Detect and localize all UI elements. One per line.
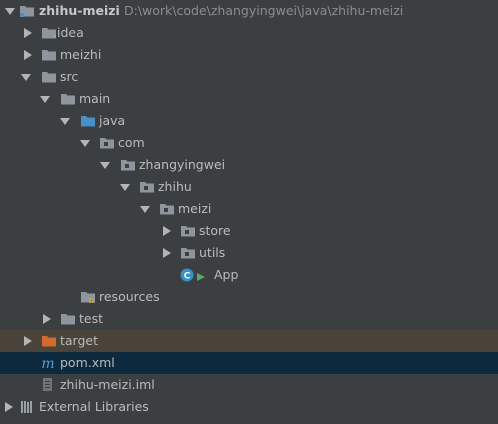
expanded-arrow-icon[interactable] (40, 88, 52, 110)
class-label: App (214, 267, 239, 282)
collapsed-arrow-icon[interactable] (162, 220, 174, 242)
package-icon (99, 135, 115, 151)
folder-label: meizhi (60, 47, 102, 62)
tree-row-target[interactable]: target (0, 330, 498, 352)
expanded-arrow-icon[interactable] (120, 176, 132, 198)
tree-row-idea[interactable]: .idea (0, 22, 498, 44)
tree-row-src[interactable]: src (0, 66, 498, 88)
tree-row-store[interactable]: store (0, 220, 498, 242)
source-root-folder-icon (80, 113, 96, 129)
package-icon (180, 245, 196, 261)
excluded-folder-icon (41, 333, 57, 349)
iml-file-icon (40, 377, 56, 393)
expanded-arrow-icon[interactable] (5, 0, 17, 22)
collapsed-arrow-icon[interactable] (4, 396, 16, 418)
module-folder-icon (19, 3, 35, 19)
package-label: utils (199, 245, 226, 260)
package-icon (159, 201, 175, 217)
folder-label: target (60, 333, 99, 348)
collapsed-arrow-icon[interactable] (23, 44, 35, 66)
package-icon (120, 157, 136, 173)
project-name: zhihu-meizi (39, 3, 120, 18)
expanded-arrow-icon[interactable] (60, 110, 72, 132)
collapsed-arrow-icon[interactable] (42, 308, 54, 330)
package-icon (139, 179, 155, 195)
tree-row-iml[interactable]: zhihu-meizi.iml (0, 374, 498, 396)
package-label: com (118, 135, 145, 150)
project-path: D:\work\code\zhangyingwei\java\zhihu-mei… (124, 3, 404, 18)
package-icon (180, 223, 196, 239)
project-tree: zhihu-meizi D:\work\code\zhangyingwei\ja… (0, 0, 498, 424)
collapsed-arrow-icon[interactable] (23, 330, 35, 352)
tree-row-test[interactable]: test (0, 308, 498, 330)
folder-label: main (79, 91, 111, 106)
folder-label: .idea (53, 25, 84, 40)
tree-row-app[interactable]: C App (0, 264, 498, 286)
expanded-arrow-icon[interactable] (80, 132, 92, 154)
expanded-arrow-icon[interactable] (100, 154, 112, 176)
java-class-icon: C (180, 267, 196, 283)
tree-row-com[interactable]: com (0, 132, 498, 154)
folder-label: java (99, 113, 126, 128)
tree-row-main[interactable]: main (0, 88, 498, 110)
maven-file-icon: m (40, 355, 56, 371)
tree-row-java[interactable]: java (0, 110, 498, 132)
tree-row-pom[interactable]: m pom.xml (0, 352, 498, 374)
libraries-label: External Libraries (39, 399, 149, 414)
tree-row-external-libraries[interactable]: External Libraries (0, 396, 498, 418)
package-label: store (199, 223, 231, 238)
folder-icon (41, 69, 57, 85)
file-label: zhihu-meizi.iml (60, 377, 155, 392)
resources-folder-icon (80, 289, 96, 305)
folder-icon (60, 311, 76, 327)
collapsed-arrow-icon[interactable] (162, 242, 174, 264)
tree-row-resources[interactable]: resources (0, 286, 498, 308)
tree-row-zhihu[interactable]: zhihu (0, 176, 498, 198)
folder-label: resources (99, 289, 160, 304)
tree-row-zhangyingwei[interactable]: zhangyingwei (0, 154, 498, 176)
collapsed-arrow-icon[interactable] (23, 22, 35, 44)
package-label: meizi (178, 201, 212, 216)
tree-row-meizi[interactable]: meizi (0, 198, 498, 220)
run-marker-icon (196, 272, 206, 282)
file-label: pom.xml (60, 355, 115, 370)
folder-label: src (60, 69, 79, 84)
tree-row-utils[interactable]: utils (0, 242, 498, 264)
libraries-icon (19, 399, 35, 415)
tree-row-meizhi[interactable]: meizhi (0, 44, 498, 66)
svg-text:C: C (184, 272, 191, 282)
folder-icon (41, 47, 57, 63)
expanded-arrow-icon[interactable] (140, 198, 152, 220)
package-label: zhihu (158, 179, 192, 194)
folder-label: test (79, 311, 104, 326)
expanded-arrow-icon[interactable] (21, 66, 33, 88)
svg-text:m: m (41, 356, 54, 371)
tree-row-project-root[interactable]: zhihu-meizi D:\work\code\zhangyingwei\ja… (0, 0, 498, 22)
folder-icon (60, 91, 76, 107)
package-label: zhangyingwei (139, 157, 226, 172)
